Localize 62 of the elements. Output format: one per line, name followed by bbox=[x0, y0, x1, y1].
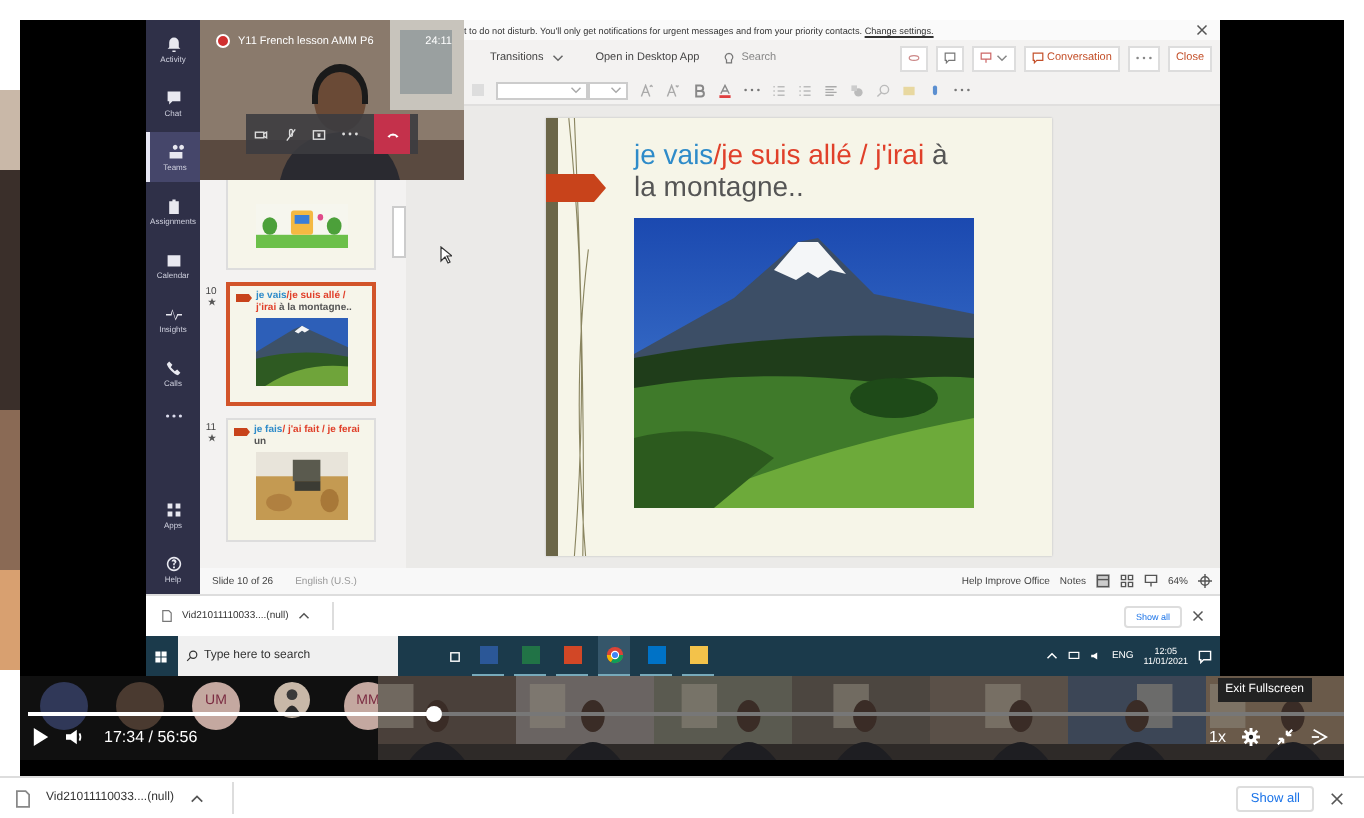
present-button[interactable] bbox=[971, 45, 1016, 71]
scrollbar-thumb[interactable] bbox=[391, 206, 405, 258]
font-color-icon[interactable] bbox=[718, 83, 732, 97]
network-icon[interactable] bbox=[1067, 650, 1080, 662]
windows-icon[interactable] bbox=[154, 649, 168, 663]
play-icon[interactable] bbox=[32, 728, 50, 746]
phone-icon bbox=[165, 359, 181, 375]
arrow-icon bbox=[236, 294, 252, 302]
comment-icon bbox=[943, 52, 956, 64]
volume-icon[interactable] bbox=[66, 728, 84, 746]
grid-icon bbox=[165, 501, 181, 517]
notification-icon[interactable] bbox=[1198, 649, 1212, 663]
chat-icon bbox=[1031, 52, 1044, 64]
avatar bbox=[40, 682, 88, 730]
caret-icon[interactable] bbox=[189, 793, 204, 803]
file-icon bbox=[16, 789, 30, 807]
close-icon[interactable] bbox=[1330, 791, 1344, 805]
exit-fullscreen-icon[interactable] bbox=[1276, 728, 1294, 746]
close-icon[interactable] bbox=[1192, 610, 1204, 622]
font-name-field[interactable] bbox=[496, 81, 588, 99]
clipboard-icon bbox=[165, 197, 181, 213]
people-icon bbox=[167, 143, 183, 159]
fit-icon[interactable] bbox=[1198, 574, 1212, 588]
slide-title: je vais/je suis allé / j'irai à la montagne.. bbox=[634, 138, 950, 206]
calendar-icon bbox=[165, 251, 181, 267]
file-icon bbox=[162, 610, 172, 622]
camera-icon[interactable] bbox=[253, 127, 268, 141]
star-icon bbox=[207, 298, 215, 306]
normal-view-icon[interactable] bbox=[1095, 574, 1110, 588]
lightbulb-icon bbox=[723, 51, 734, 65]
chevron-icon bbox=[570, 86, 582, 94]
present-icon bbox=[979, 52, 992, 64]
bold-icon[interactable] bbox=[692, 83, 706, 97]
task-view-icon[interactable] bbox=[448, 649, 462, 663]
playback-speed-button[interactable]: 1x bbox=[1209, 728, 1226, 746]
hang-up-button[interactable] bbox=[374, 114, 411, 154]
comment-button[interactable] bbox=[935, 45, 964, 71]
settings-icon[interactable] bbox=[1242, 728, 1260, 746]
search-icon bbox=[186, 650, 198, 662]
chevron-icon[interactable] bbox=[551, 54, 564, 62]
star-icon bbox=[207, 434, 215, 442]
pulse-icon bbox=[165, 305, 181, 321]
font-size-field[interactable] bbox=[588, 81, 628, 99]
bell-icon bbox=[165, 35, 181, 51]
eye-icon bbox=[907, 52, 920, 64]
arrow-icon bbox=[234, 428, 250, 436]
grid-icon[interactable] bbox=[1119, 574, 1134, 588]
close-icon[interactable] bbox=[1196, 24, 1208, 36]
chrome-icon[interactable] bbox=[598, 636, 630, 676]
microphone-icon[interactable] bbox=[283, 127, 298, 141]
playback-time: 17:34 / 56:56 bbox=[104, 728, 198, 746]
chevron-icon bbox=[610, 86, 622, 94]
caret-icon[interactable] bbox=[298, 612, 311, 620]
avatar bbox=[116, 682, 164, 730]
help-icon bbox=[165, 555, 181, 571]
present-icon[interactable] bbox=[1143, 574, 1158, 588]
slide-thumbnail[interactable] bbox=[226, 176, 376, 270]
arrow-icon bbox=[546, 174, 606, 202]
share-screen-icon[interactable] bbox=[312, 127, 327, 141]
chevron-icon bbox=[995, 54, 1008, 62]
cursor-icon bbox=[440, 246, 452, 264]
chat-icon bbox=[165, 89, 181, 105]
